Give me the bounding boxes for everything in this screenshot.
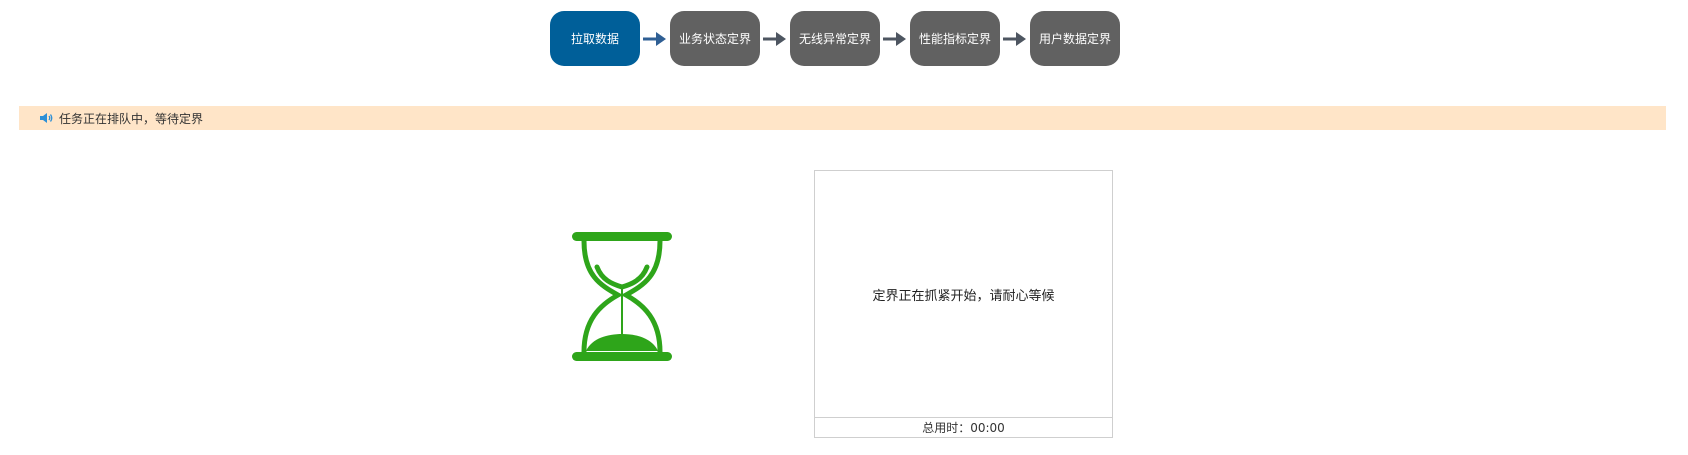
arrow-right-icon bbox=[880, 11, 910, 66]
arrow-right-icon bbox=[1000, 11, 1030, 66]
waiting-message: 定界正在抓紧开始，请耐心等候 bbox=[872, 288, 1055, 304]
elapsed-value: 00:00 bbox=[970, 420, 1005, 435]
elapsed-time: 总用时： 00:00 bbox=[815, 417, 1112, 437]
hourglass-icon bbox=[570, 230, 674, 363]
step-user-data: 用户数据定界 bbox=[1030, 11, 1120, 66]
progress-steps: 拉取数据 业务状态定界 无线异常定界 性能指标定界 用户数据定界 bbox=[550, 11, 1120, 66]
elapsed-label: 总用时： bbox=[922, 421, 971, 435]
notice-text: 任务正在排队中，等待定界 bbox=[59, 111, 204, 126]
waiting-panel: 定界正在抓紧开始，请耐心等候 总用时： 00:00 bbox=[814, 170, 1113, 438]
step-wireless-anomaly: 无线异常定界 bbox=[790, 11, 880, 66]
arrow-right-icon bbox=[640, 11, 670, 66]
step-performance-kpi: 性能指标定界 bbox=[910, 11, 1000, 66]
step-pull-data: 拉取数据 bbox=[550, 11, 640, 66]
arrow-right-icon bbox=[760, 11, 790, 66]
notice-bar: 任务正在排队中，等待定界 bbox=[19, 106, 1666, 130]
step-business-status: 业务状态定界 bbox=[670, 11, 760, 66]
speaker-icon bbox=[39, 112, 53, 124]
